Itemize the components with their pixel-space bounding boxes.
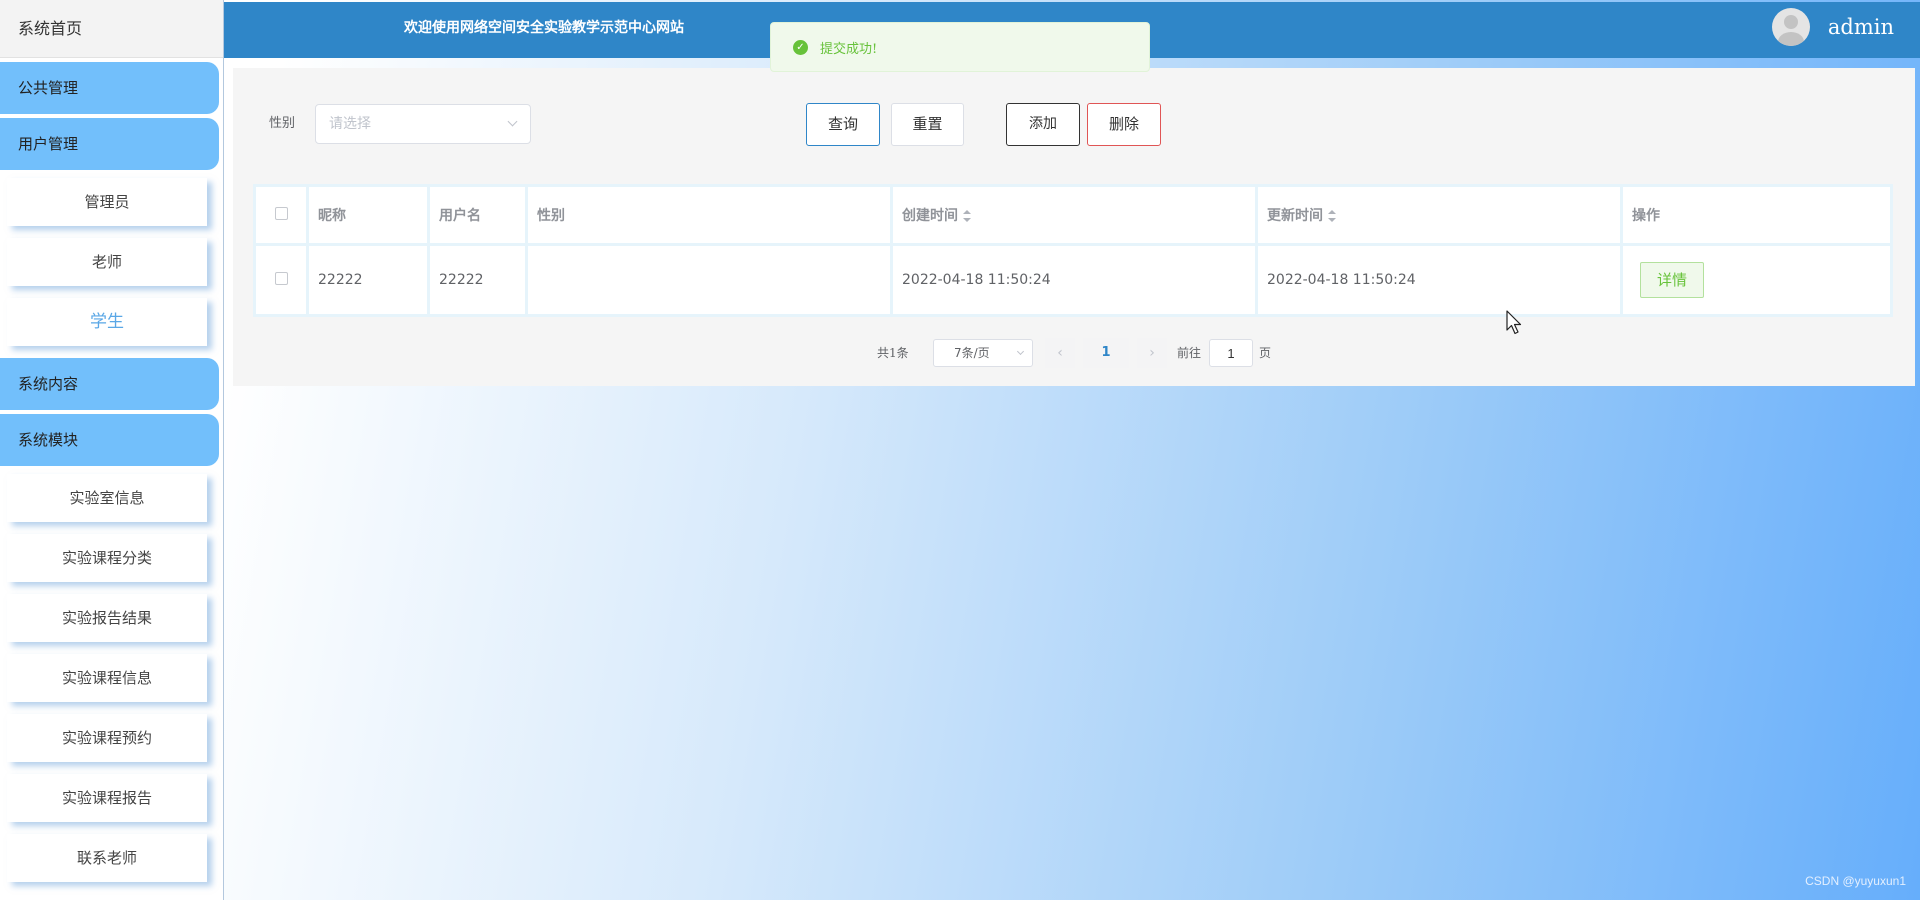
cell-nickname: 22222 [309,246,427,314]
sidebar-item-admin[interactable]: 管理员 [7,178,207,226]
row-checkbox-cell [256,246,306,314]
chevron-right-icon: › [1149,345,1155,361]
user-avatar-icon[interactable] [1771,8,1810,46]
page-size-value: 7条/页 [954,346,990,360]
select-all-checkbox[interactable] [274,206,288,220]
prev-page-button[interactable]: ‹ [1045,338,1075,368]
row-checkbox[interactable] [274,271,288,285]
column-header-updated[interactable]: 更新时间 [1258,187,1620,243]
goto-label: 前往 [1177,346,1202,360]
username[interactable]: admin [1828,15,1894,39]
goto-page-input[interactable] [1209,339,1253,367]
sort-icon[interactable] [1328,210,1336,222]
user-menu[interactable]: admin [1771,8,1894,46]
reset-button[interactable]: 重置 [891,103,964,146]
next-page-button[interactable]: › [1137,338,1167,368]
sidebar-group-modules[interactable]: 系统模块 [0,414,219,466]
toast-message: 提交成功! [820,41,878,57]
column-header-username: 用户名 [430,187,525,243]
sidebar-group-content[interactable]: 系统内容 [0,358,219,410]
sidebar-group-public[interactable]: 公共管理 [0,62,219,114]
column-header-updated-label: 更新时间 [1267,208,1323,224]
goto-page-suffix: 页 [1259,346,1272,360]
mouse-cursor-icon [1506,310,1522,335]
sidebar-item-lab-info[interactable]: 实验室信息 [7,474,207,522]
sidebar-group-users[interactable]: 用户管理 [0,118,219,170]
sidebar-item-course-booking[interactable]: 实验课程预约 [7,714,207,762]
sidebar-item-contact-teacher[interactable]: 联系老师 [7,834,207,882]
chevron-left-icon: ‹ [1057,345,1063,361]
column-header-created[interactable]: 创建时间 [893,187,1255,243]
sidebar-item-course-info[interactable]: 实验课程信息 [7,654,207,702]
watermark: CSDN @yuyuxun1 [1805,874,1906,888]
column-header-nickname: 昵称 [309,187,427,243]
sidebar-item-teacher[interactable]: 老师 [7,238,207,286]
add-button[interactable]: 添加 [1006,103,1080,146]
chevron-down-icon [507,116,518,127]
chevron-down-icon [1016,347,1025,356]
column-header-gender: 性别 [528,187,890,243]
table-header-row: 昵称 用户名 性别 创建时间 更新时间 操作 [256,187,1890,243]
detail-button[interactable]: 详情 [1640,262,1704,298]
main-panel: 性别 请选择 查询 重置 添加 删除 昵称 用户名 性别 创建时间 更新时间 操… [233,68,1915,386]
cell-created: 2022-04-18 11:50:24 [893,246,1255,314]
pagination-total: 共1条 [877,346,909,360]
sort-icon[interactable] [963,210,971,222]
welcome-text: 欢迎使用网络空间安全实验教学示范中心网站 [404,20,684,36]
gender-select[interactable]: 请选择 [315,104,531,144]
sidebar-item-student[interactable]: 学生 [7,298,207,346]
cell-username: 22222 [430,246,525,314]
cell-actions: 详情 [1623,246,1890,314]
page-size-select[interactable]: 7条/页 [933,339,1033,367]
column-header-created-label: 创建时间 [902,208,958,224]
check-circle-icon: ✓ [793,39,808,55]
sidebar-item-course-report[interactable]: 实验课程报告 [7,774,207,822]
sidebar-item-report-result[interactable]: 实验报告结果 [7,594,207,642]
gender-filter-label: 性别 [269,116,296,131]
cell-updated: 2022-04-18 11:50:24 [1258,246,1620,314]
table-row: 22222 22222 2022-04-18 11:50:24 2022-04-… [256,246,1890,314]
success-toast: ✓ 提交成功! [770,22,1150,72]
user-table: 昵称 用户名 性别 创建时间 更新时间 操作 22222 22222 2022-… [253,184,1893,317]
page-number-button[interactable]: 1 [1083,338,1129,368]
sidebar-home[interactable]: 系统首页 [0,0,223,58]
column-header-actions: 操作 [1623,187,1890,243]
sidebar: 系统首页 公共管理 用户管理 管理员 老师 学生 系统内容 系统模块 实验室信息… [0,0,224,900]
delete-button[interactable]: 删除 [1087,103,1161,146]
gender-select-placeholder: 请选择 [329,116,371,132]
pagination: 共1条 7条/页 ‹ 1 › 前往 页 [233,338,1915,368]
cell-gender [528,246,890,314]
select-all-cell [256,187,306,243]
query-button[interactable]: 查询 [806,103,880,146]
sidebar-item-course-category[interactable]: 实验课程分类 [7,534,207,582]
search-form: 性别 请选择 查询 重置 添加 删除 [233,103,1915,146]
